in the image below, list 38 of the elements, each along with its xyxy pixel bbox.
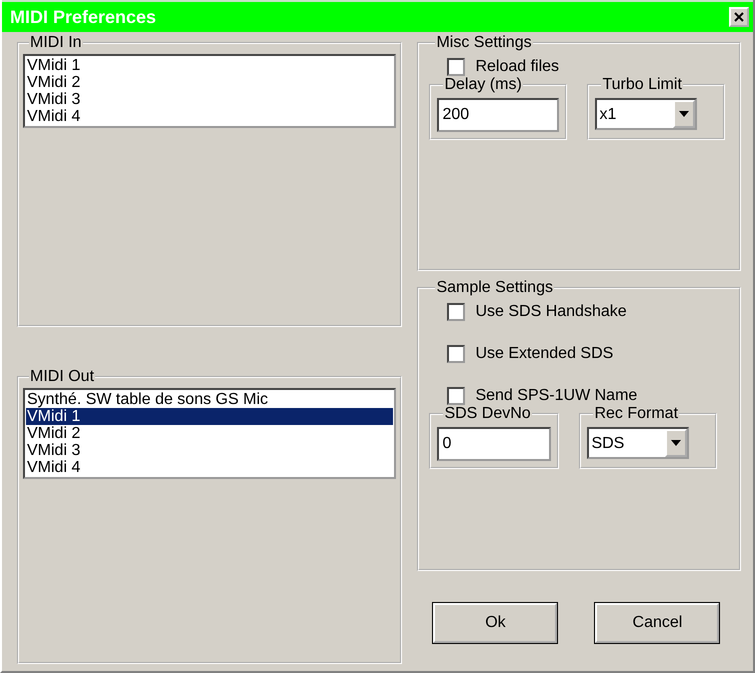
checkbox[interactable] bbox=[447, 58, 466, 76]
group-label: Turbo Limit bbox=[601, 76, 683, 94]
group-label: Rec Format bbox=[593, 405, 680, 423]
group-label: MIDI In bbox=[29, 34, 83, 52]
window-title: MIDI Preferences bbox=[10, 6, 156, 28]
group-label: Sample Settings bbox=[435, 279, 554, 297]
list-item[interactable]: VMidi 4 bbox=[26, 108, 394, 125]
list-item[interactable]: VMidi 1 bbox=[26, 408, 394, 425]
group-label: Delay (ms) bbox=[443, 76, 523, 94]
list-item[interactable]: VMidi 3 bbox=[26, 91, 394, 108]
group-label: Misc Settings bbox=[435, 34, 533, 52]
checkbox-label: Send SPS-1UW Name bbox=[475, 387, 638, 405]
checkbox[interactable] bbox=[447, 303, 466, 321]
list-box[interactable]: VMidi 1 VMidi 2 VMidi 3 VMidi 4 bbox=[23, 54, 396, 128]
dropdown[interactable]: x1 bbox=[595, 98, 698, 130]
list-item[interactable]: VMidi 3 bbox=[26, 442, 394, 459]
list-item[interactable]: VMidi 4 bbox=[26, 459, 394, 476]
dialog-button[interactable]: Cancel bbox=[595, 603, 720, 643]
checkbox-label: Use Extended SDS bbox=[475, 345, 614, 363]
close-icon bbox=[734, 12, 744, 22]
group-label: MIDI Out bbox=[29, 368, 96, 386]
input-field[interactable]: 0 bbox=[437, 427, 552, 461]
group-label: SDS DevNo bbox=[443, 405, 532, 423]
list-item[interactable]: VMidi 1 bbox=[26, 57, 394, 74]
input-field[interactable]: 200 bbox=[437, 98, 560, 132]
dropdown[interactable]: SDS bbox=[587, 427, 690, 459]
list-item[interactable]: VMidi 2 bbox=[26, 74, 394, 91]
dropdown-arrow-icon bbox=[671, 440, 682, 446]
list-box[interactable]: Synthé. SW table de sons GS Mic VMidi 1 VMidi 2 VMidi 3 VMidi 4 bbox=[23, 388, 396, 479]
checkbox-label: Reload files bbox=[475, 58, 560, 76]
checkbox-label: Use SDS Handshake bbox=[475, 303, 627, 321]
dropdown-arrow-icon bbox=[679, 111, 690, 117]
checkbox[interactable] bbox=[447, 345, 466, 363]
close-button[interactable] bbox=[729, 7, 749, 27]
list-item[interactable]: Synthé. SW table de sons GS Mic bbox=[26, 391, 394, 408]
dialog-button[interactable]: Ok bbox=[433, 603, 558, 643]
checkbox[interactable] bbox=[447, 387, 466, 405]
list-item[interactable]: VMidi 2 bbox=[26, 425, 394, 442]
